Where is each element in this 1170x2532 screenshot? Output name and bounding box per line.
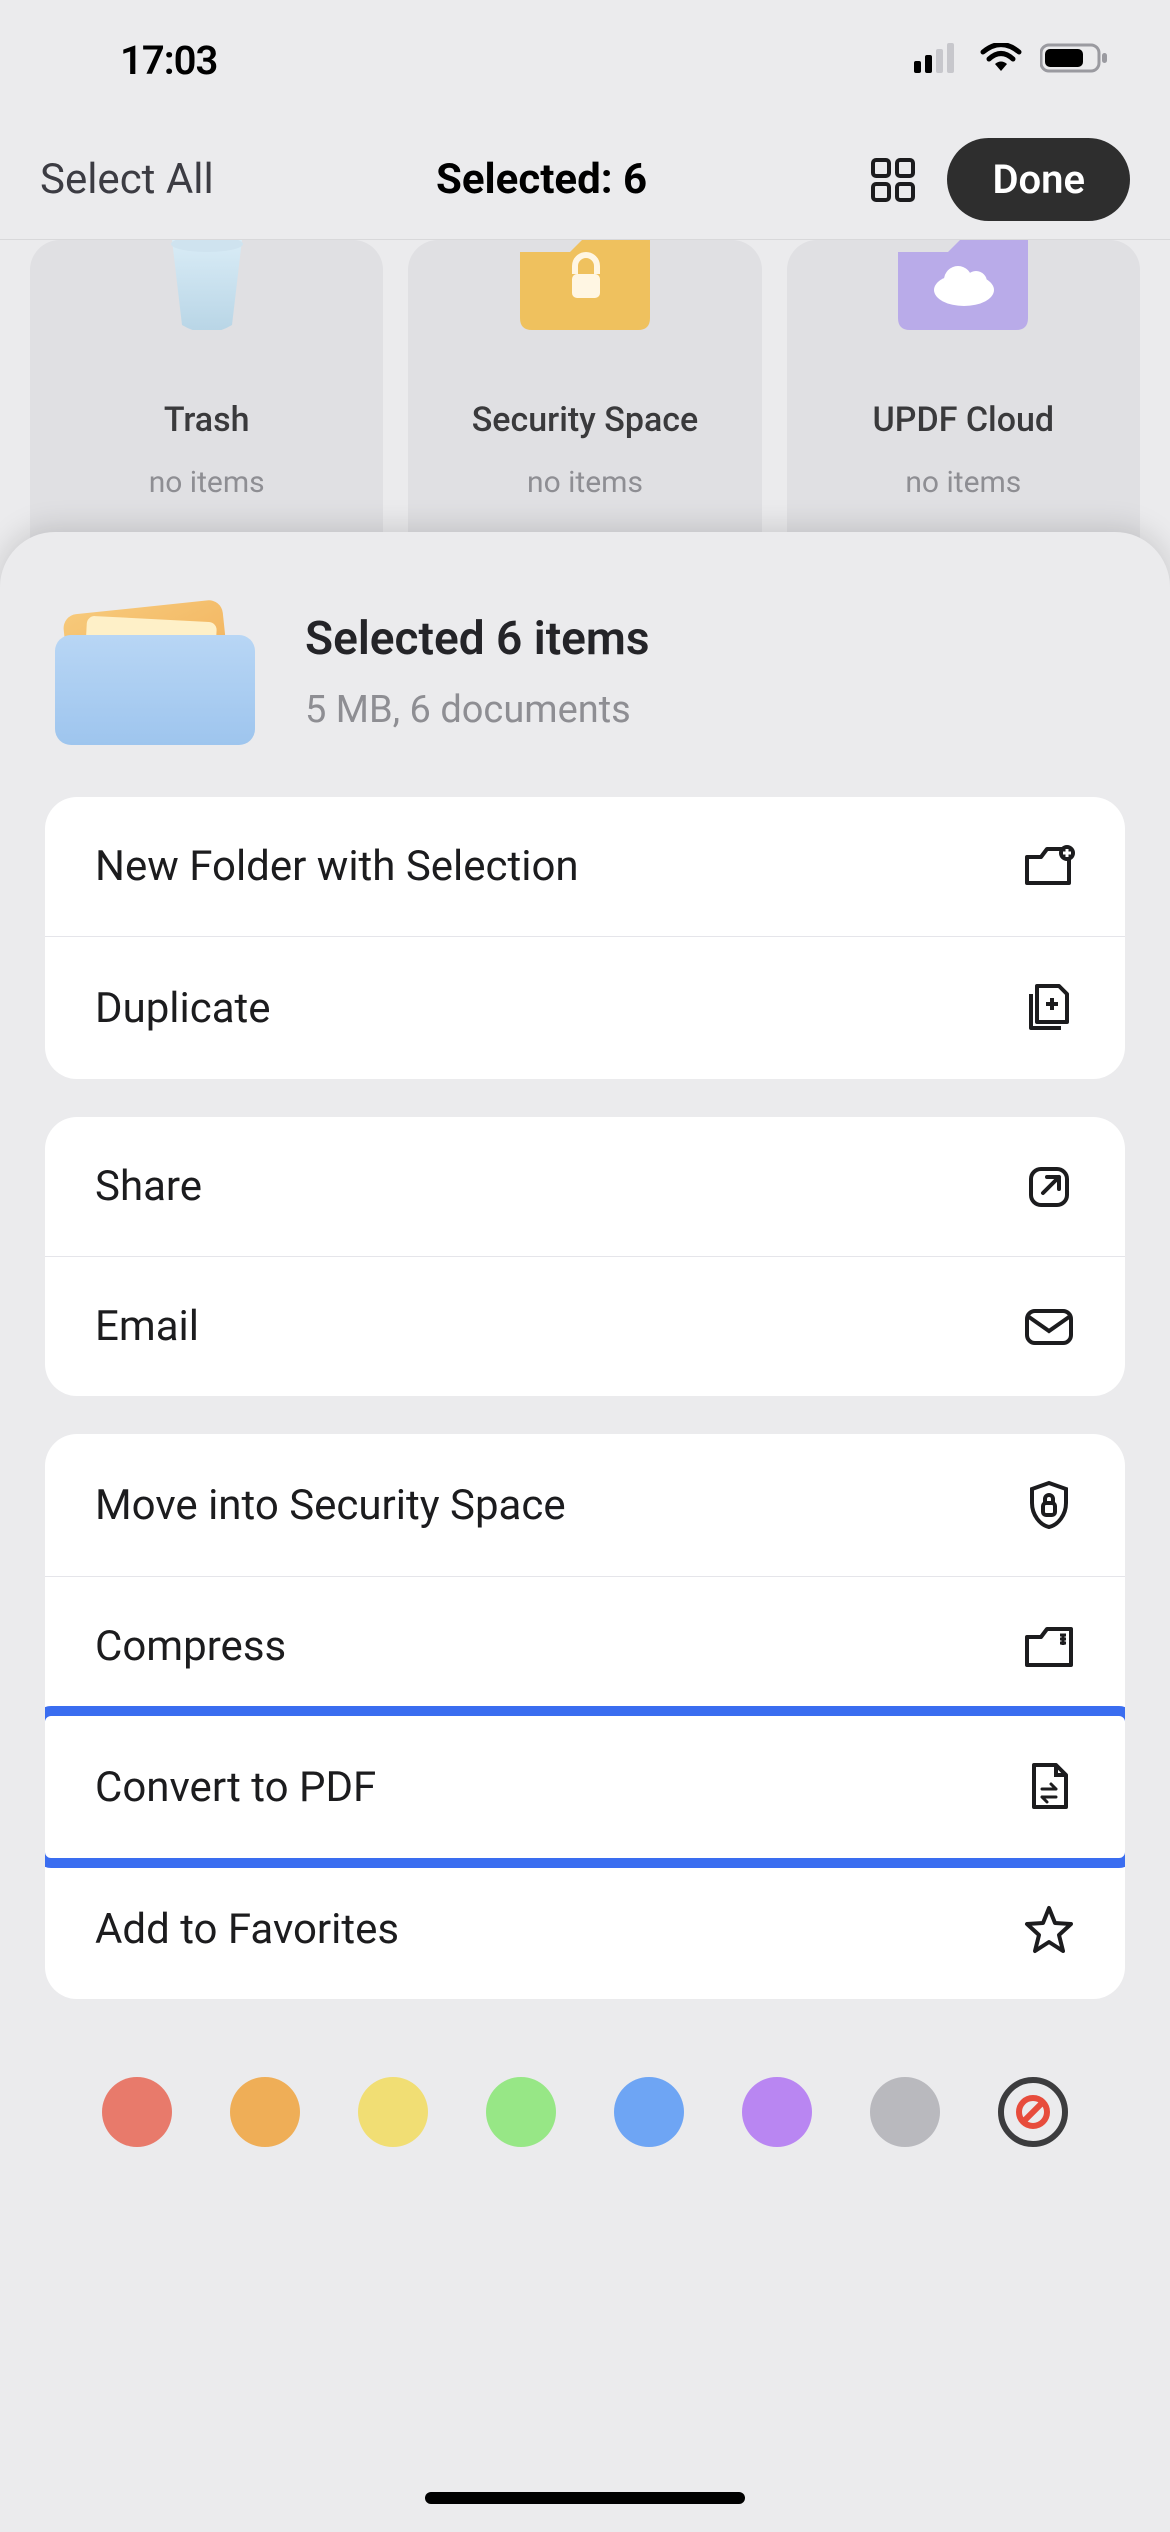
cloud-folder-icon xyxy=(787,240,1140,330)
view-grid-button[interactable] xyxy=(869,156,917,204)
cellular-icon xyxy=(914,43,962,77)
action-new-folder[interactable]: New Folder with Selection xyxy=(45,797,1125,936)
color-tag-row xyxy=(0,2037,1170,2147)
file-convert-icon xyxy=(1023,1761,1075,1813)
done-button[interactable]: Done xyxy=(947,138,1130,221)
clear-tag-button[interactable] xyxy=(998,2077,1068,2147)
color-tag[interactable] xyxy=(870,2077,940,2147)
action-move-security[interactable]: Move into Security Space xyxy=(45,1434,1125,1576)
status-icons xyxy=(914,42,1110,78)
action-group-3: Move into Security Space Compress Conver… xyxy=(45,1434,1125,1999)
action-share[interactable]: Share xyxy=(45,1117,1125,1256)
action-group-1: New Folder with Selection Duplicate xyxy=(45,797,1125,1079)
action-favorite[interactable]: Add to Favorites xyxy=(45,1858,1125,1999)
action-compress[interactable]: Compress xyxy=(45,1576,1125,1716)
color-tag[interactable] xyxy=(614,2077,684,2147)
folder-plus-icon xyxy=(1023,845,1075,889)
action-convert-pdf[interactable]: Convert to PDF xyxy=(45,1706,1125,1868)
duplicate-icon xyxy=(1023,982,1075,1034)
color-tag[interactable] xyxy=(358,2077,428,2147)
action-label: New Folder with Selection xyxy=(95,842,1023,891)
sheet-header: Selected 6 items 5 MB, 6 documents xyxy=(0,577,1170,797)
selection-toolbar: Select All Selected: 6 Done xyxy=(0,120,1170,240)
share-icon xyxy=(1023,1163,1075,1211)
status-bar: 17:03 xyxy=(0,0,1170,120)
folder-subtitle: no items xyxy=(787,465,1140,500)
action-label: Convert to PDF xyxy=(95,1763,1023,1812)
home-indicator[interactable] xyxy=(425,2492,745,2504)
folder-subtitle: no items xyxy=(408,465,761,500)
star-icon xyxy=(1023,1904,1075,1954)
wifi-icon xyxy=(980,43,1022,77)
action-label: Add to Favorites xyxy=(95,1905,1023,1954)
security-folder-icon xyxy=(408,240,761,330)
color-tag[interactable] xyxy=(742,2077,812,2147)
action-label: Email xyxy=(95,1302,1023,1351)
battery-icon xyxy=(1040,42,1110,78)
folder-title: Security Space xyxy=(408,400,761,440)
action-label: Compress xyxy=(95,1622,1023,1671)
shield-lock-icon xyxy=(1023,1479,1075,1531)
action-group-2: Share Email xyxy=(45,1117,1125,1396)
color-tag[interactable] xyxy=(230,2077,300,2147)
color-tag[interactable] xyxy=(102,2077,172,2147)
folder-icon xyxy=(55,597,255,747)
folder-title: UPDF Cloud xyxy=(787,400,1140,440)
folder-title: Trash xyxy=(30,400,383,440)
action-sheet: Selected 6 items 5 MB, 6 documents New F… xyxy=(0,532,1170,2532)
status-time: 17:03 xyxy=(120,37,217,84)
trash-icon xyxy=(30,240,383,330)
sheet-title: Selected 6 items xyxy=(305,612,650,666)
color-tag[interactable] xyxy=(486,2077,556,2147)
action-label: Share xyxy=(95,1162,1023,1211)
zip-icon xyxy=(1023,1625,1075,1669)
action-email[interactable]: Email xyxy=(45,1256,1125,1396)
action-label: Move into Security Space xyxy=(95,1481,1023,1530)
sheet-subtitle: 5 MB, 6 documents xyxy=(305,688,650,732)
envelope-icon xyxy=(1023,1307,1075,1347)
select-all-button[interactable]: Select All xyxy=(40,155,214,204)
action-label: Duplicate xyxy=(95,984,1023,1033)
selection-title: Selected: 6 xyxy=(214,155,870,204)
folder-subtitle: no items xyxy=(30,465,383,500)
action-duplicate[interactable]: Duplicate xyxy=(45,936,1125,1079)
grid-icon xyxy=(869,156,917,204)
